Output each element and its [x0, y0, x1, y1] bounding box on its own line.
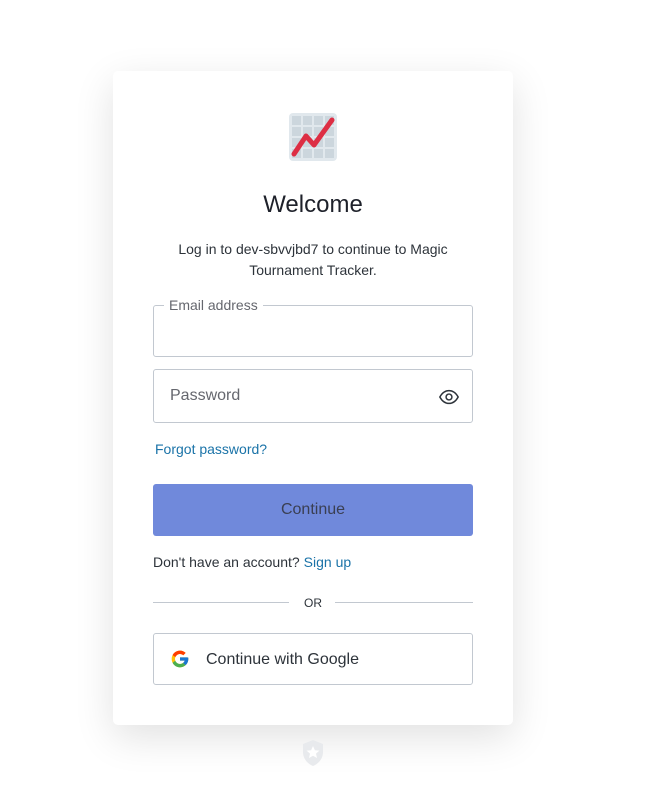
- or-divider: OR: [153, 593, 473, 613]
- signup-row: Don't have an account? Sign up: [153, 554, 351, 570]
- divider-text: OR: [304, 596, 322, 610]
- email-input[interactable]: [154, 306, 472, 356]
- continue-button[interactable]: Continue: [153, 484, 473, 536]
- email-field[interactable]: Email address: [153, 297, 473, 357]
- google-button-label: Continue with Google: [206, 651, 359, 668]
- password-input[interactable]: [154, 370, 472, 422]
- divider-line-right: [335, 602, 473, 603]
- login-card: Welcome Log in to dev-sbvvjbd7 to contin…: [113, 71, 513, 725]
- google-icon: [171, 650, 189, 668]
- forgot-password-link[interactable]: Forgot password?: [155, 441, 267, 457]
- signup-link[interactable]: Sign up: [304, 554, 351, 570]
- page-title: Welcome: [263, 191, 363, 218]
- signup-prompt: Don't have an account?: [153, 554, 300, 570]
- login-page: Welcome Log in to dev-sbvvjbd7 to contin…: [0, 0, 646, 809]
- email-field-label: Email address: [164, 297, 263, 313]
- password-field[interactable]: [153, 369, 473, 423]
- continue-with-google-button[interactable]: Continue with Google: [153, 633, 473, 685]
- shield-star-icon: [303, 740, 323, 766]
- eye-icon[interactable]: [438, 386, 460, 408]
- page-subtitle: Log in to dev-sbvvjbd7 to continue to Ma…: [178, 241, 448, 278]
- chart-trend-icon: [289, 113, 337, 161]
